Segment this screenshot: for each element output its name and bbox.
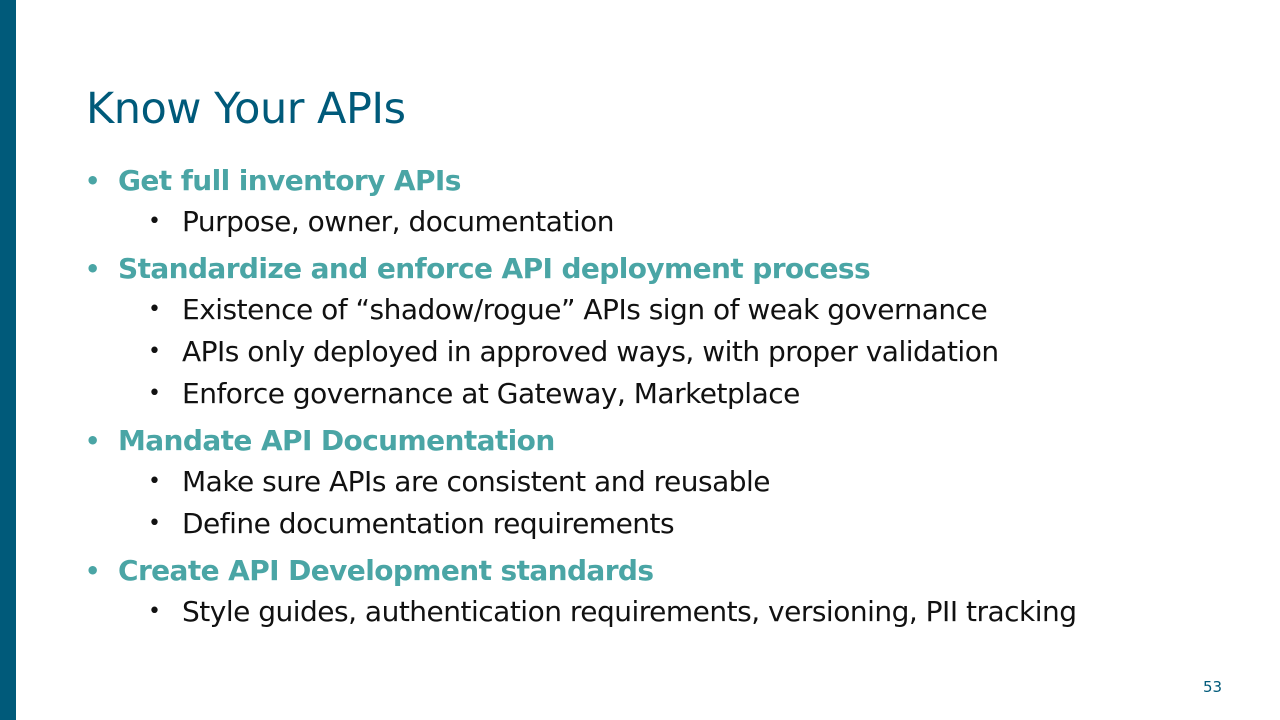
slide-title: Know Your APIs: [86, 84, 406, 134]
accent-side-bar: [0, 0, 16, 720]
bullet-level1-text: Get full inventory APIs: [118, 164, 461, 197]
bullet-level1-text: Mandate API Documentation: [118, 424, 555, 457]
bullet-level1-text: Create API Development standards: [118, 554, 654, 587]
bullet-dot-icon: •: [148, 381, 161, 406]
bullet-dot-icon: •: [85, 557, 100, 585]
bullet-group: • Mandate API Documentation • Make sure …: [85, 421, 1246, 545]
bullet-level1-text: Standardize and enforce API deployment p…: [118, 252, 871, 285]
bullet-group: • Get full inventory APIs • Purpose, own…: [85, 161, 1246, 243]
bullet-level2-text: Make sure APIs are consistent and reusab…: [182, 465, 771, 498]
bullet-level1: • Standardize and enforce API deployment…: [85, 249, 1246, 289]
bullet-dot-icon: •: [85, 167, 100, 195]
bullet-level2: • Purpose, owner, documentation: [86, 201, 1246, 243]
bullet-level2: • Existence of “shadow/rogue” APIs sign …: [86, 289, 1246, 331]
bullet-level1: • Create API Development standards: [85, 551, 1246, 591]
bullet-level1: • Mandate API Documentation: [85, 421, 1246, 461]
bullet-dot-icon: •: [85, 255, 100, 283]
bullet-level2: • Enforce governance at Gateway, Marketp…: [86, 373, 1246, 415]
bullet-level2-text: Style guides, authentication requirement…: [182, 595, 1077, 628]
bullet-dot-icon: •: [85, 427, 100, 455]
bullet-list: • Get full inventory APIs • Purpose, own…: [85, 161, 1246, 639]
bullet-dot-icon: •: [148, 209, 161, 234]
bullet-level2: • Make sure APIs are consistent and reus…: [86, 461, 1246, 503]
bullet-level2-text: Enforce governance at Gateway, Marketpla…: [182, 377, 800, 410]
bullet-level2-text: Existence of “shadow/rogue” APIs sign of…: [182, 293, 988, 326]
bullet-level2: • APIs only deployed in approved ways, w…: [86, 331, 1246, 373]
bullet-group: • Standardize and enforce API deployment…: [85, 249, 1246, 415]
bullet-dot-icon: •: [148, 339, 161, 364]
bullet-dot-icon: •: [148, 297, 161, 322]
bullet-dot-icon: •: [148, 469, 161, 494]
bullet-level2: • Define documentation requirements: [86, 503, 1246, 545]
bullet-level2: • Style guides, authentication requireme…: [86, 591, 1246, 633]
bullet-group: • Create API Development standards • Sty…: [85, 551, 1246, 633]
bullet-level2-text: Define documentation requirements: [182, 507, 675, 540]
page-number: 53: [1203, 678, 1223, 696]
bullet-level1: • Get full inventory APIs: [85, 161, 1246, 201]
bullet-dot-icon: •: [148, 599, 161, 624]
bullet-level2-text: APIs only deployed in approved ways, wit…: [182, 335, 999, 368]
bullet-dot-icon: •: [148, 511, 161, 536]
bullet-level2-text: Purpose, owner, documentation: [182, 205, 615, 238]
